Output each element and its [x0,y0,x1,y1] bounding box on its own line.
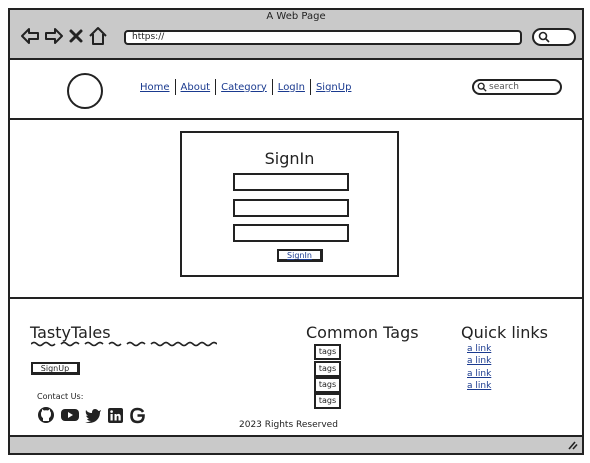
search-icon [477,82,487,92]
linkedin-icon[interactable] [108,407,123,423]
quick-link[interactable]: a link [467,355,491,367]
quick-link[interactable]: a link [467,343,491,355]
email-field[interactable] [233,199,349,217]
site-logo[interactable] [67,73,103,109]
password-field[interactable] [233,224,349,242]
username-field[interactable] [233,173,349,191]
tag-button[interactable]: tags [314,377,341,393]
twitter-icon[interactable] [85,408,102,423]
back-icon[interactable] [20,27,40,45]
browser-nav [20,26,108,46]
youtube-icon[interactable] [61,408,79,422]
nav-login[interactable]: LogIn [273,82,310,93]
browser-window: A Web Page https:// Home About Category [8,8,584,455]
social-links [37,406,146,424]
nav-home[interactable]: Home [135,82,175,93]
quick-links-title: Quick links [461,323,548,342]
tag-button[interactable]: tags [314,344,341,360]
window-title: A Web Page [266,11,326,22]
footer-divider [10,297,582,299]
home-icon[interactable] [88,26,108,46]
github-icon[interactable] [37,406,55,424]
signin-card: SignIn SignIn [180,131,399,277]
search-icon [538,31,550,43]
tag-button[interactable]: tags [314,361,341,377]
contact-label: Contact Us: [37,392,84,401]
browser-toolbar: A Web Page https:// [10,10,582,60]
quick-link[interactable]: a link [467,368,491,380]
forward-icon[interactable] [44,27,64,45]
quick-link[interactable]: a link [467,380,491,392]
copyright: 2023 Rights Reserved [239,420,338,430]
footer-brand: TastyTales [30,323,111,342]
footer-signup-button[interactable]: SignUp [31,362,80,375]
status-bar [10,435,582,453]
signin-button[interactable]: SignIn [277,249,323,262]
signin-title: SignIn [264,149,315,168]
brand-tagline-scribble [31,341,217,347]
header-divider [10,118,582,120]
nav-signup[interactable]: SignUp [311,82,356,93]
nav-category[interactable]: Category [216,82,272,93]
nav-about[interactable]: About [176,82,216,93]
resize-grip-icon[interactable] [566,440,578,450]
common-tags-title: Common Tags [306,323,419,342]
search-input[interactable]: search [472,79,562,95]
google-icon[interactable] [129,407,146,424]
close-icon[interactable] [68,27,84,45]
address-bar[interactable]: https:// [124,30,522,45]
main-nav: Home About Category LogIn SignUp [135,78,356,96]
tag-button[interactable]: tags [314,393,341,409]
search-placeholder: search [489,82,519,92]
browser-search-button[interactable] [532,28,576,46]
